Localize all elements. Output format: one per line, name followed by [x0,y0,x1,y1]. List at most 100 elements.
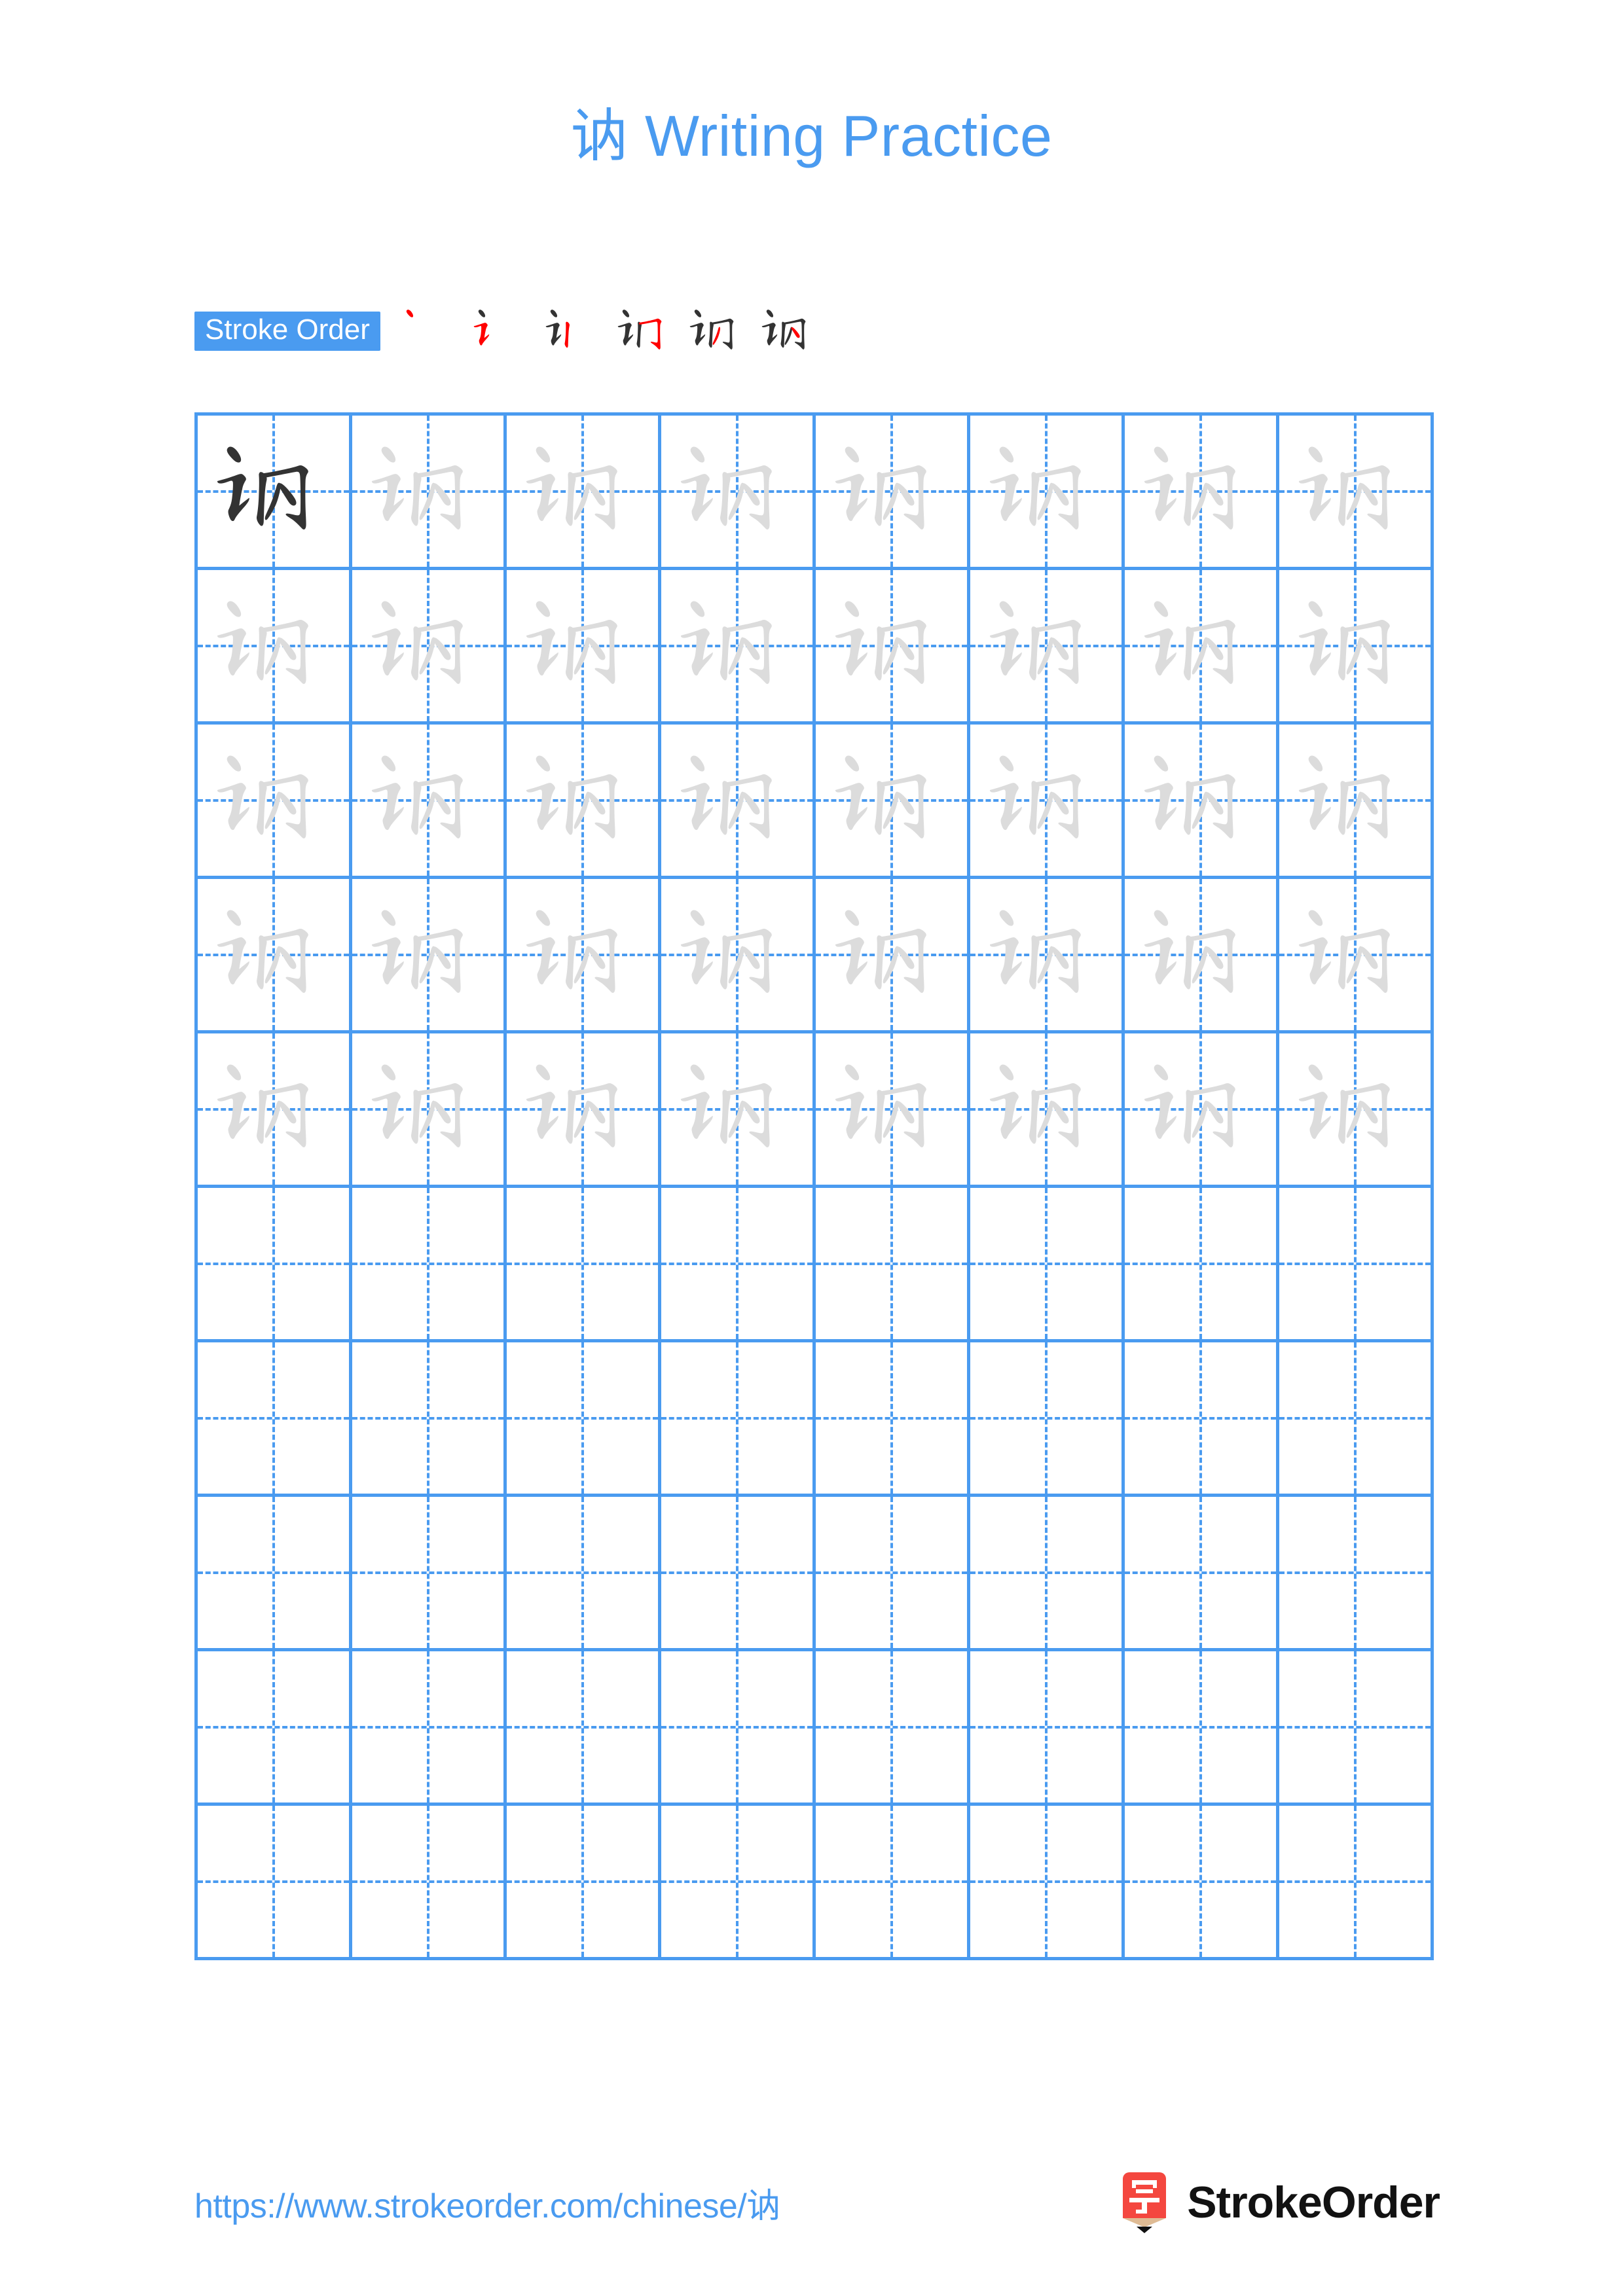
practice-cell[interactable] [661,1651,816,1806]
practice-cell[interactable] [198,416,352,570]
trace-character [970,879,1122,1030]
trace-character [1125,879,1276,1030]
practice-cell[interactable] [661,879,816,1033]
practice-cell[interactable] [970,725,1125,879]
trace-character [352,416,503,567]
practice-cell[interactable] [1279,879,1434,1033]
practice-cell[interactable] [507,1651,661,1806]
practice-cell[interactable] [352,725,507,879]
practice-cell[interactable] [661,570,816,725]
practice-cell[interactable] [507,725,661,879]
trace-character [661,725,812,876]
stroke-prior [550,310,557,317]
practice-cell[interactable] [352,1651,507,1806]
trace-character [352,879,503,1030]
practice-cell[interactable] [970,1806,1125,1960]
stroke-prior [636,321,642,348]
practice-cell[interactable] [198,1188,352,1342]
character-glyph [835,600,926,684]
practice-cell[interactable] [1125,416,1279,570]
practice-cell[interactable] [352,1033,507,1188]
practice-cell[interactable] [661,1806,816,1960]
practice-cell[interactable] [970,1033,1125,1188]
practice-cell[interactable] [1279,725,1434,879]
practice-cell[interactable] [1125,1497,1279,1651]
practice-cell[interactable] [970,1497,1125,1651]
practice-cell[interactable] [661,1497,816,1651]
practice-cell[interactable] [507,879,661,1033]
footer-url-link[interactable]: https://www.strokeorder.com/chinese/讷 [194,2178,780,2227]
practice-cell[interactable] [507,1806,661,1960]
practice-cell[interactable] [352,1497,507,1651]
practice-cell[interactable] [1279,1188,1434,1342]
practice-cell[interactable] [1125,725,1279,879]
brand-name: StrokeOrder [1187,2178,1440,2227]
practice-cell[interactable] [816,1342,970,1497]
practice-cell[interactable] [198,879,352,1033]
practice-cell[interactable] [507,416,661,570]
character-glyph [680,1064,772,1147]
practice-cell[interactable] [1279,1033,1434,1188]
practice-cell[interactable] [661,1342,816,1497]
practice-cell[interactable] [816,1651,970,1806]
stroke-order-step-glyph [545,310,570,348]
stroke-order-badge: Stroke Order [194,312,380,351]
practice-cell[interactable] [198,725,352,879]
stroke-prior [617,323,634,346]
practice-cell[interactable] [507,1033,661,1188]
practice-cell[interactable] [816,1806,970,1960]
practice-cell[interactable] [507,1188,661,1342]
stroke-highlight [638,318,662,350]
practice-cell[interactable] [816,570,970,725]
practice-cell[interactable] [661,1033,816,1188]
practice-cell[interactable] [1125,1342,1279,1497]
practice-cell[interactable] [198,1033,352,1188]
practice-cell[interactable] [507,1342,661,1497]
practice-cell[interactable] [352,416,507,570]
practice-cell[interactable] [352,879,507,1033]
practice-cell[interactable] [1279,1497,1434,1651]
practice-cell[interactable] [970,879,1125,1033]
trace-character [1125,416,1276,567]
practice-cell[interactable] [970,416,1125,570]
practice-cell[interactable] [507,570,661,725]
practice-cell[interactable] [661,1188,816,1342]
practice-cell[interactable] [1279,1806,1434,1960]
practice-cell[interactable] [198,570,352,725]
practice-cell[interactable] [198,1806,352,1960]
practice-cell[interactable] [352,1188,507,1342]
practice-cell[interactable] [816,1033,970,1188]
practice-cell[interactable] [1279,1342,1434,1497]
practice-cell[interactable] [816,725,970,879]
practice-cell[interactable] [816,1188,970,1342]
practice-cell[interactable] [352,570,507,725]
practice-cell[interactable] [970,1342,1125,1497]
practice-cell[interactable] [352,1806,507,1960]
practice-cell[interactable] [661,416,816,570]
trace-character [1125,1033,1276,1185]
practice-cell[interactable] [1125,1188,1279,1342]
page-title-suffix: Writing Practice [629,103,1053,168]
practice-cell[interactable] [816,416,970,570]
practice-cell[interactable] [1279,570,1434,725]
practice-cell[interactable] [198,1497,352,1651]
practice-cell[interactable] [1125,1033,1279,1188]
practice-cell[interactable] [970,1188,1125,1342]
character-glyph [371,909,463,993]
practice-cell[interactable] [1279,1651,1434,1806]
practice-cell[interactable] [1125,1651,1279,1806]
practice-cell[interactable] [198,1342,352,1497]
practice-cell[interactable] [816,1497,970,1651]
practice-cell[interactable] [970,1651,1125,1806]
practice-cell[interactable] [1125,879,1279,1033]
practice-cell[interactable] [1125,1806,1279,1960]
practice-cell[interactable] [198,1651,352,1806]
practice-cell[interactable] [507,1497,661,1651]
practice-cell[interactable] [1279,416,1434,570]
practice-cell[interactable] [661,725,816,879]
practice-cell[interactable] [352,1342,507,1497]
practice-cell[interactable] [970,570,1125,725]
practice-cell[interactable] [1125,570,1279,725]
practice-cell[interactable] [816,879,970,1033]
character-glyph [371,755,463,838]
